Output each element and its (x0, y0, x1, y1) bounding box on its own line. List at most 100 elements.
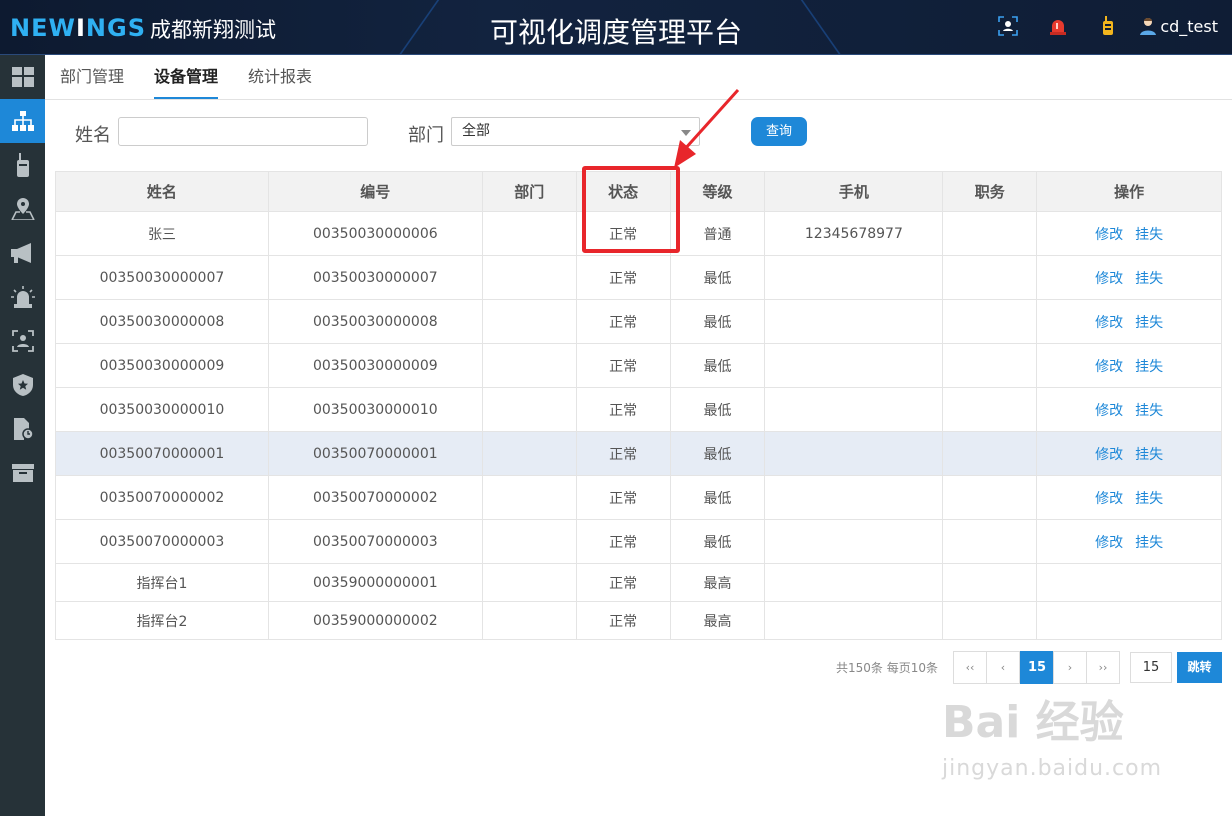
cell-phone: 12345678977 (764, 211, 944, 256)
edit-link[interactable]: 修改 (1095, 535, 1123, 551)
query-button[interactable]: 查询 (751, 117, 807, 146)
sidebar-item-organization[interactable] (0, 99, 45, 143)
cell-phone (764, 255, 944, 300)
table-row[interactable]: 00350030000007 00350030000007 正常 最低 修改 挂失 (55, 255, 1222, 300)
cell-position (942, 387, 1038, 432)
sidebar (0, 55, 45, 816)
cell-actions: 修改 挂失 (1036, 299, 1222, 344)
grid-icon (11, 67, 34, 87)
edit-link[interactable]: 修改 (1095, 227, 1123, 243)
alarm-light-icon[interactable] (1046, 14, 1070, 38)
cell-position (942, 563, 1038, 602)
edit-link[interactable]: 修改 (1095, 447, 1123, 463)
cell-level: 最低 (669, 431, 766, 476)
cell-level: 最低 (669, 343, 766, 388)
cell-code: 00359000000001 (267, 563, 483, 602)
next-page-button[interactable]: › (1053, 651, 1087, 684)
current-page-button[interactable]: 15 (1020, 651, 1054, 684)
cell-status: 正常 (575, 563, 671, 602)
table-row[interactable]: 00350030000008 00350030000008 正常 最低 修改 挂失 (55, 299, 1222, 344)
sidebar-item-dashboard[interactable] (0, 55, 45, 99)
table-row[interactable]: 00350030000009 00350030000009 正常 最低 修改 挂失 (55, 343, 1222, 388)
cell-phone (764, 343, 944, 388)
edit-link[interactable]: 修改 (1095, 403, 1123, 419)
report-lost-link[interactable]: 挂失 (1135, 227, 1163, 243)
jump-page-input[interactable]: 15 (1130, 652, 1172, 683)
report-lost-link[interactable]: 挂失 (1135, 491, 1163, 507)
org-chart-icon (11, 111, 34, 131)
report-lost-link[interactable]: 挂失 (1135, 535, 1163, 551)
cell-position (942, 343, 1038, 388)
cell-position (942, 299, 1038, 344)
sidebar-item-records[interactable] (0, 407, 45, 451)
sidebar-item-devices[interactable] (0, 143, 45, 187)
report-lost-link[interactable]: 挂失 (1135, 403, 1163, 419)
pagination: 共150条 每页10条 ‹‹ ‹ 15 › ›› 15 跳转 (0, 651, 1232, 684)
cell-level: 普通 (669, 211, 766, 256)
sidebar-item-security[interactable] (0, 363, 45, 407)
tab-report[interactable]: 统计报表 (248, 54, 312, 99)
sidebar-item-archive[interactable] (0, 451, 45, 495)
cell-code: 00350070000003 (267, 519, 483, 564)
cell-name: 00350070000003 (55, 519, 269, 564)
column-header-phone[interactable]: 手机 (764, 171, 944, 212)
cell-department (481, 343, 577, 388)
sidebar-item-broadcast[interactable] (0, 231, 45, 275)
header-toolbar: cd_test (970, 14, 1218, 38)
cell-department (481, 211, 577, 256)
report-lost-link[interactable]: 挂失 (1135, 359, 1163, 375)
table-row[interactable]: 00350070000003 00350070000003 正常 最低 修改 挂失 (55, 519, 1222, 564)
sidebar-item-face[interactable] (0, 319, 45, 363)
table-row-highlighted[interactable]: 00350070000001 00350070000001 正常 最低 修改 挂失 (55, 431, 1222, 476)
siren-icon (10, 286, 35, 308)
edit-link[interactable]: 修改 (1095, 491, 1123, 507)
tab-device[interactable]: 设备管理 (154, 54, 219, 99)
name-input[interactable] (118, 117, 368, 146)
cell-actions: 修改 挂失 (1036, 475, 1222, 520)
watermark-brand: Bai 经验 (942, 697, 1124, 748)
jump-button[interactable]: 跳转 (1177, 652, 1222, 683)
edit-link[interactable]: 修改 (1095, 315, 1123, 331)
sidebar-item-alarm[interactable] (0, 275, 45, 319)
search-bar: 姓名 部门 全部 查询 (45, 100, 1232, 170)
cell-name: 00350030000010 (55, 387, 269, 432)
cell-name: 00350030000008 (55, 299, 269, 344)
cell-name: 张三 (55, 211, 269, 256)
cell-department (481, 601, 577, 640)
cell-level: 最高 (669, 563, 766, 602)
cell-status: 正常 (575, 475, 671, 520)
user-menu[interactable]: cd_test (1138, 16, 1218, 36)
column-header-department[interactable]: 部门 (481, 171, 577, 212)
table-row[interactable]: 00350070000002 00350070000002 正常 最低 修改 挂失 (55, 475, 1222, 520)
cell-position (942, 601, 1038, 640)
table-row[interactable]: 00350030000010 00350030000010 正常 最低 修改 挂失 (55, 387, 1222, 432)
column-header-position[interactable]: 职务 (942, 171, 1038, 212)
report-lost-link[interactable]: 挂失 (1135, 271, 1163, 287)
face-scan-icon[interactable] (996, 14, 1020, 38)
table-row[interactable]: 指挥台1 00359000000001 正常 最高 (55, 563, 1222, 602)
edit-link[interactable]: 修改 (1095, 271, 1123, 287)
department-label: 部门 (408, 125, 444, 146)
sidebar-item-map[interactable] (0, 187, 45, 231)
column-header-code[interactable]: 编号 (267, 171, 483, 212)
table-row[interactable]: 指挥台2 00359000000002 正常 最高 (55, 601, 1222, 640)
prev-page-button[interactable]: ‹ (986, 651, 1020, 684)
first-page-button[interactable]: ‹‹ (953, 651, 987, 684)
column-header-level[interactable]: 等级 (669, 171, 766, 212)
report-lost-link[interactable]: 挂失 (1135, 315, 1163, 331)
report-lost-link[interactable]: 挂失 (1135, 447, 1163, 463)
edit-link[interactable]: 修改 (1095, 359, 1123, 375)
cell-department (481, 563, 577, 602)
last-page-button[interactable]: ›› (1086, 651, 1120, 684)
tab-department[interactable]: 部门管理 (60, 54, 124, 99)
cell-level: 最低 (669, 299, 766, 344)
cell-status: 正常 (575, 601, 671, 640)
column-header-name[interactable]: 姓名 (55, 171, 269, 212)
brand-logo: NEWINGS (10, 14, 147, 42)
cell-department (481, 255, 577, 300)
cell-actions: 修改 挂失 (1036, 343, 1222, 388)
walkie-talkie-icon[interactable] (1096, 14, 1120, 38)
cell-phone (764, 601, 944, 640)
cell-department (481, 519, 577, 564)
watermark: Bai 经验 jingyan.baidu.com (942, 686, 1162, 781)
